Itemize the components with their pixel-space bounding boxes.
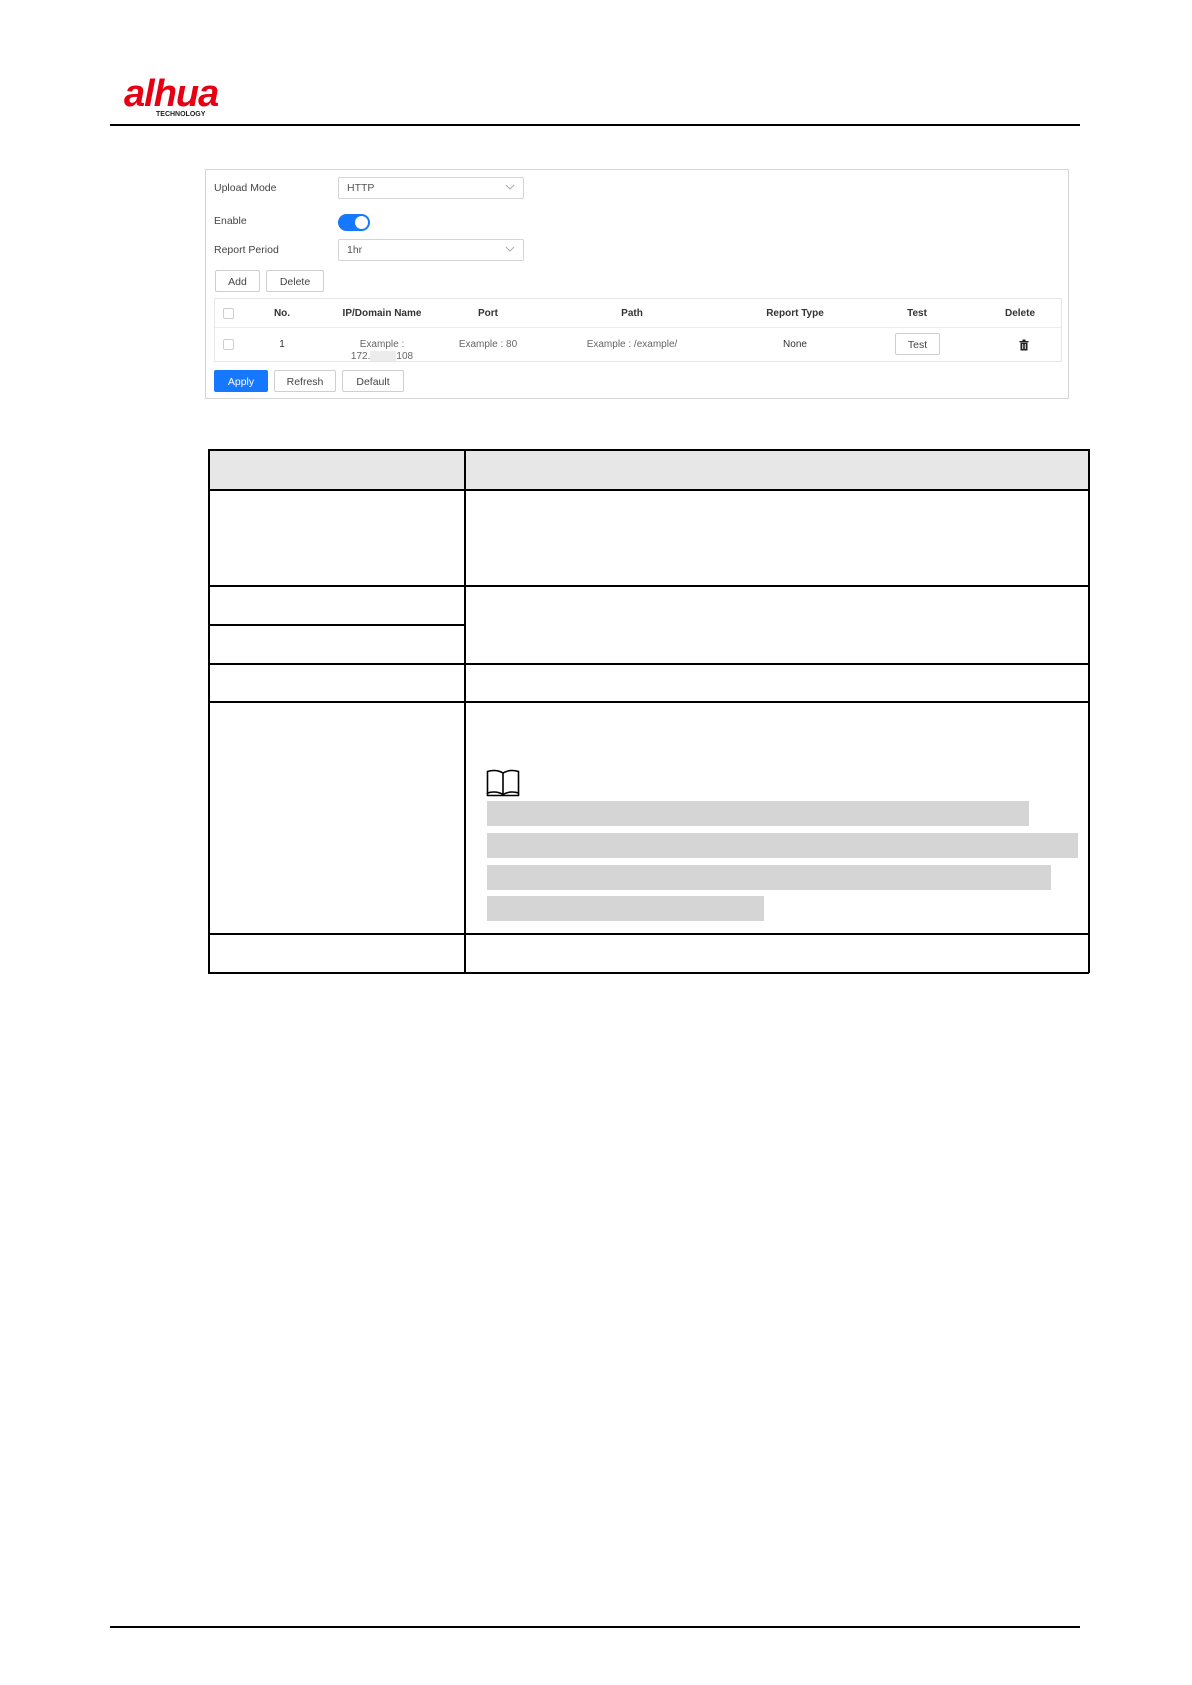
row-ip-value: 172. 108 — [351, 351, 413, 363]
redacted-note-line — [487, 801, 1029, 826]
toggle-knob — [355, 216, 368, 229]
row-ip-example-label: Example : — [359, 339, 405, 350]
col-header-ip: IP/Domain Name — [342, 308, 422, 319]
platform-settings-panel: Upload Mode HTTP Enable Report Period 1h… — [205, 169, 1069, 399]
table-rule — [208, 449, 210, 973]
redacted-note-line — [487, 865, 1051, 890]
apply-button[interactable]: Apply — [214, 370, 268, 392]
select-all-checkbox[interactable] — [223, 308, 234, 319]
table-row-divider — [215, 327, 1061, 328]
test-button[interactable]: Test — [895, 333, 940, 355]
book-note-icon — [486, 769, 520, 797]
delete-button[interactable]: Delete — [266, 270, 324, 292]
dahua-logo: alhua TECHNOLOGY — [124, 73, 220, 118]
add-button[interactable]: Add — [215, 270, 260, 292]
col-header-path: Path — [621, 308, 643, 319]
server-table: No. IP/Domain Name Port Path Report Type… — [214, 298, 1062, 362]
row-port[interactable]: Example : 80 — [459, 339, 517, 350]
table-rule — [1088, 449, 1090, 973]
col-header-test: Test — [907, 308, 927, 319]
redacted-note-line — [487, 833, 1078, 858]
table-rule — [208, 449, 1089, 451]
row-ip-prefix: 172. — [350, 351, 371, 362]
report-period-select[interactable]: 1hr — [338, 239, 524, 261]
logo-text: alhua — [124, 73, 219, 115]
table-rule — [208, 624, 464, 626]
enable-toggle[interactable] — [338, 214, 370, 231]
chevron-down-icon — [505, 184, 515, 190]
row-no: 1 — [279, 339, 285, 350]
chevron-down-icon — [505, 246, 515, 252]
table-rule — [464, 449, 466, 973]
parameter-table — [208, 449, 1090, 974]
table-rule — [208, 933, 1089, 935]
report-period-label: Report Period — [214, 244, 279, 256]
trash-icon[interactable] — [1019, 339, 1029, 351]
logo-subtext: TECHNOLOGY — [156, 111, 206, 118]
row-path[interactable]: Example : /example/ — [587, 339, 678, 350]
footer-rule — [110, 1626, 1080, 1628]
col-header-report-type: Report Type — [766, 308, 824, 319]
col-header-port: Port — [478, 308, 498, 319]
refresh-button[interactable]: Refresh — [274, 370, 336, 392]
table-header-row — [208, 449, 1089, 489]
row-ip-domain[interactable]: Example : 172. 108 — [351, 339, 413, 363]
table-rule — [208, 972, 1089, 974]
default-button[interactable]: Default — [342, 370, 404, 392]
col-header-delete: Delete — [1004, 308, 1036, 319]
upload-mode-label: Upload Mode — [214, 182, 277, 194]
row-checkbox[interactable] — [223, 339, 234, 350]
upload-mode-select[interactable]: HTTP — [338, 177, 524, 199]
table-rule — [208, 701, 1089, 703]
table-rule — [208, 489, 1089, 491]
col-header-no: No. — [273, 308, 291, 319]
enable-label: Enable — [214, 215, 247, 227]
redacted-note-line — [487, 896, 764, 921]
row-ip-suffix: 108 — [396, 351, 414, 362]
upload-mode-value: HTTP — [347, 182, 375, 194]
header-rule — [110, 124, 1080, 126]
row-report-type[interactable]: None — [783, 339, 807, 350]
table-rule — [208, 663, 1089, 665]
redacted-block — [370, 351, 397, 362]
table-rule — [208, 585, 1089, 587]
report-period-value: 1hr — [347, 244, 363, 256]
